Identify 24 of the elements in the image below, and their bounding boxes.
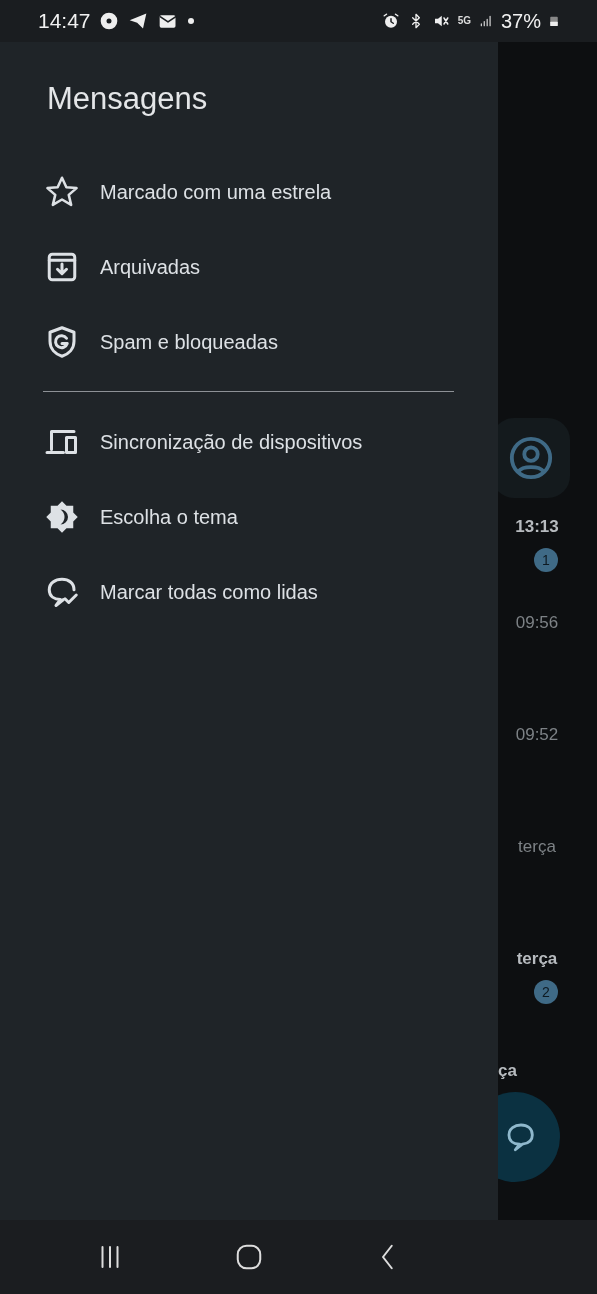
clock-text: 14:47: [38, 8, 91, 35]
drawer-title: Mensagens: [46, 80, 209, 118]
drawer-item[interactable]: Marcado com uma estrela: [0, 154, 498, 229]
network-text: 5G: [457, 16, 471, 26]
time-text: 13:13: [514, 516, 560, 538]
unread-count: 1: [534, 547, 558, 572]
account-icon: [508, 435, 554, 481]
drawer-item[interactable]: Spam e bloqueadas: [0, 304, 498, 379]
time-text: 09:56: [514, 612, 560, 634]
dot-icon: [186, 17, 195, 25]
time-text: terça: [515, 948, 559, 970]
time-text: 09:52: [514, 724, 560, 746]
time-text: ça: [498, 1060, 518, 1082]
home-icon[interactable]: [234, 1242, 264, 1272]
alarm-icon: [381, 12, 400, 30]
unread-count: 2: [534, 979, 558, 1004]
browser-icon: [98, 11, 119, 31]
signal-icon: [478, 13, 493, 29]
drawer-item[interactable]: Marcar todas como lidas: [0, 554, 498, 629]
time-text: terça: [517, 836, 557, 858]
drawer-item[interactable]: Sincronização de dispositivos: [0, 404, 498, 479]
battery-text: 37%: [500, 9, 541, 34]
drawer-item[interactable]: Arquivadas: [0, 229, 498, 304]
drawer-item[interactable]: Escolha o tema: [0, 479, 498, 554]
